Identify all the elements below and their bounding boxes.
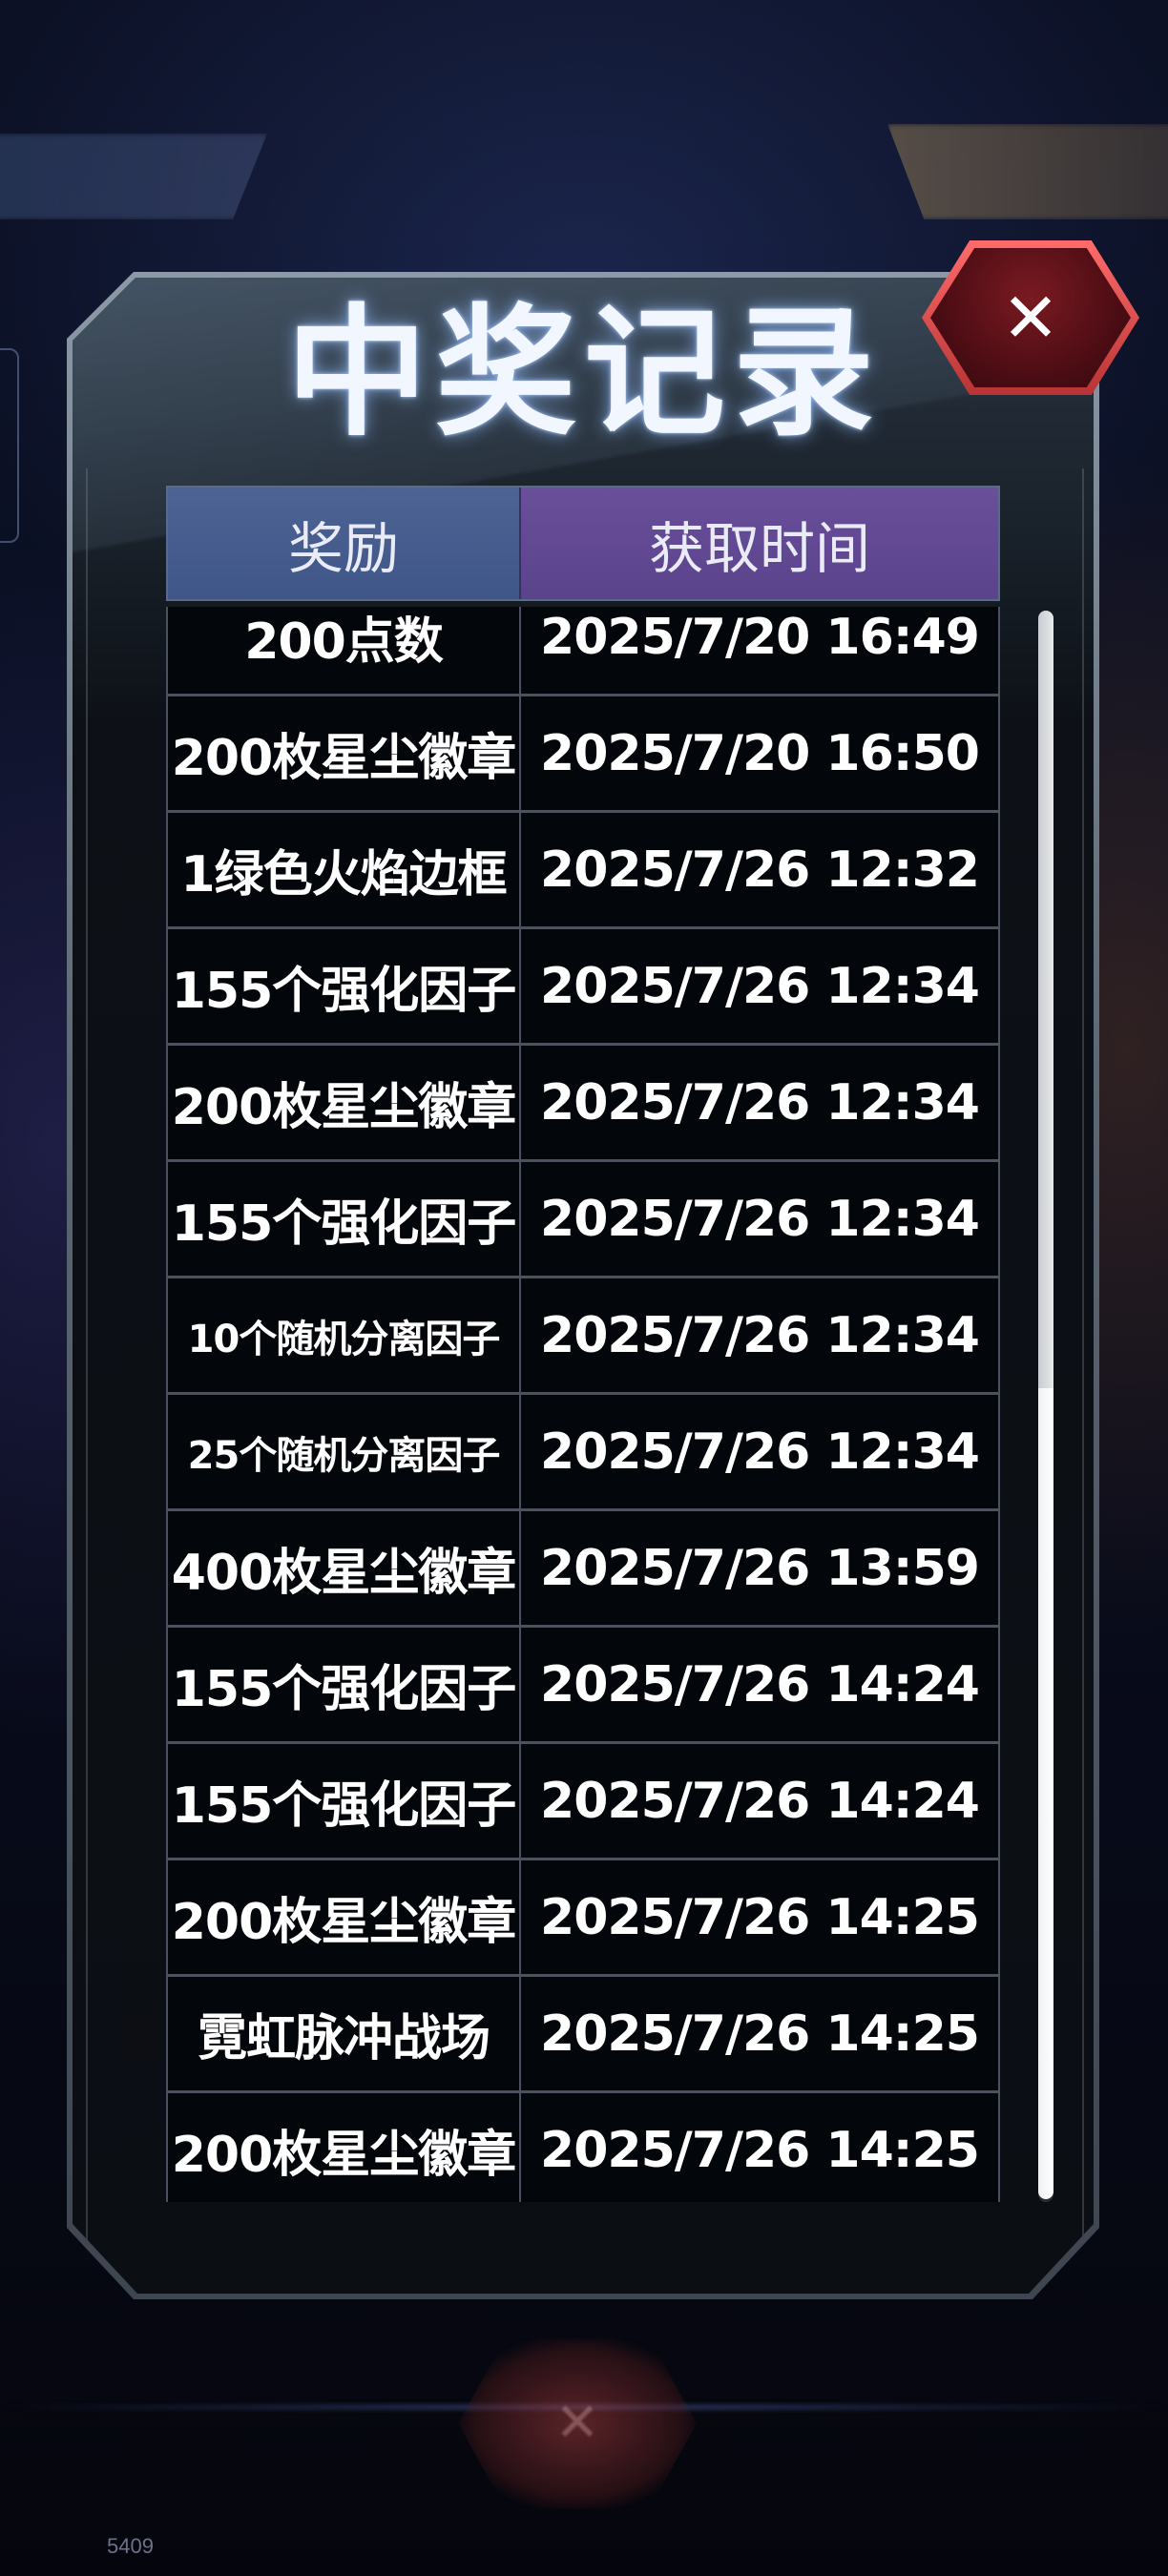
- column-header-time: 获取时间: [521, 488, 998, 599]
- time-cell: 2025/7/26 14:24: [540, 1655, 980, 1714]
- reward-cell: 400枚星尘徽章: [168, 1511, 521, 1625]
- table-row: 200枚星尘徽章 2025/7/26 14:25: [166, 1860, 1000, 1977]
- time-cell: 2025/7/26 14:25: [540, 2005, 980, 2063]
- table-row: 200枚星尘徽章 2025/7/26 12:34: [166, 1046, 1000, 1162]
- time-cell: 2025/7/20 16:50: [540, 724, 980, 782]
- table-row: 155个强化因子 2025/7/26 14:24: [166, 1744, 1000, 1860]
- table-row: 200枚星尘徽章 2025/7/20 16:50: [166, 696, 1000, 813]
- table-row: 10个随机分离因子 2025/7/26 12:34: [166, 1278, 1000, 1395]
- prize-record-list[interactable]: 200点数 2025/7/20 16:49 200枚星尘徽章 2025/7/20…: [166, 607, 1000, 2202]
- time-cell: 2025/7/26 12:34: [540, 957, 980, 1015]
- scrollbar-thumb[interactable]: [1038, 1388, 1053, 2199]
- reward-cell: 155个强化因子: [168, 1744, 521, 1858]
- time-cell: 2025/7/26 14:24: [540, 1772, 980, 1830]
- table-row: 霓虹脉冲战场 2025/7/26 14:25: [166, 1977, 1000, 2093]
- reward-cell: 200枚星尘徽章: [168, 2093, 521, 2202]
- table-row: 400枚星尘徽章 2025/7/26 13:59: [166, 1511, 1000, 1628]
- build-id: 5409: [107, 2534, 154, 2558]
- reward-cell: 200枚星尘徽章: [168, 696, 521, 810]
- time-cell: 2025/7/26 12:34: [540, 1073, 980, 1132]
- reward-cell: 1绿色火焰边框: [168, 813, 521, 926]
- close-button[interactable]: ✕: [922, 240, 1139, 395]
- background-banner-right: [887, 124, 1168, 219]
- reward-cell: 155个强化因子: [168, 929, 521, 1043]
- time-cell: 2025/7/26 14:25: [540, 2121, 980, 2179]
- reward-cell: 155个强化因子: [168, 1162, 521, 1276]
- scrollbar-track-highlight: [1038, 611, 1053, 1388]
- reward-cell: 200点数: [168, 607, 521, 694]
- time-cell: 2025/7/26 12:34: [540, 1190, 980, 1248]
- table-row: 1绿色火焰边框 2025/7/26 12:32: [166, 813, 1000, 929]
- time-cell: 2025/7/26 14:25: [540, 1888, 980, 1946]
- time-cell: 2025/7/26 12:34: [540, 1306, 980, 1364]
- table-row: 25个随机分离因子 2025/7/26 12:34: [166, 1395, 1000, 1511]
- table-header: 奖励 获取时间: [166, 486, 1000, 601]
- reward-cell: 25个随机分离因子: [168, 1395, 521, 1508]
- table-row: 155个强化因子 2025/7/26 14:24: [166, 1628, 1000, 1744]
- column-header-reward: 奖励: [168, 488, 521, 599]
- time-cell: 2025/7/26 12:32: [540, 841, 980, 899]
- table-row: 200点数 2025/7/20 16:49: [166, 607, 1000, 696]
- reward-cell: 200枚星尘徽章: [168, 1046, 521, 1159]
- reward-cell: 200枚星尘徽章: [168, 1860, 521, 1974]
- reward-cell: 霓虹脉冲战场: [168, 1977, 521, 2090]
- time-cell: 2025/7/26 13:59: [540, 1539, 980, 1597]
- table-row: 155个强化因子 2025/7/26 12:34: [166, 1162, 1000, 1278]
- background-bottom-icon: ✕: [554, 2392, 600, 2454]
- table-row: 200枚星尘徽章 2025/7/26 14:25: [166, 2093, 1000, 2202]
- time-cell: 2025/7/26 12:34: [540, 1423, 980, 1481]
- reward-cell: 155个强化因子: [168, 1628, 521, 1741]
- background-banner-left: [0, 134, 267, 219]
- close-icon: ✕: [1001, 278, 1060, 358]
- prize-record-rows: 200点数 2025/7/20 16:49 200枚星尘徽章 2025/7/20…: [166, 607, 1000, 2202]
- time-cell: 2025/7/20 16:49: [540, 608, 980, 666]
- reward-cell: 10个随机分离因子: [168, 1278, 521, 1392]
- table-row: 155个强化因子 2025/7/26 12:34: [166, 929, 1000, 1046]
